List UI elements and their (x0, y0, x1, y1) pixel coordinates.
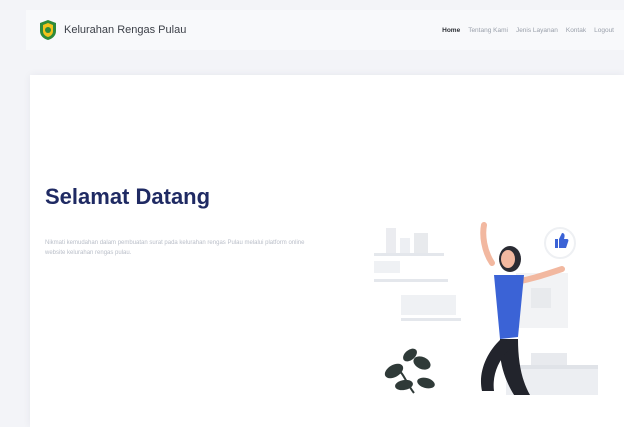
nav-links: Home Tentang Kami Jenis Layanan Kontak L… (442, 27, 614, 34)
nav-link-tentang-kami[interactable]: Tentang Kami (468, 27, 508, 34)
brand-name: Kelurahan Rengas Pulau (64, 24, 187, 36)
potted-plant (384, 348, 435, 394)
hero-title: Selamat Datang (45, 184, 211, 209)
nav-link-jenis-layanan[interactable]: Jenis Layanan (516, 27, 558, 34)
jumping-woman-illustration (374, 222, 598, 395)
brand[interactable]: Kelurahan Rengas Pulau (38, 19, 186, 41)
thumbs-up-icon (544, 227, 576, 259)
hero-description: Nikmati kemudahan dalam pembuatan surat … (45, 240, 305, 256)
hero-section: Selamat Datang Nikmati kemudahan dalam p… (30, 75, 624, 427)
nav-link-logout[interactable]: Logout (594, 27, 614, 34)
nav-link-kontak[interactable]: Kontak (566, 27, 586, 34)
nav-link-home[interactable]: Home (442, 27, 460, 34)
navbar: Kelurahan Rengas Pulau Home Tentang Kami… (26, 10, 624, 50)
shield-emblem-icon (40, 20, 56, 40)
